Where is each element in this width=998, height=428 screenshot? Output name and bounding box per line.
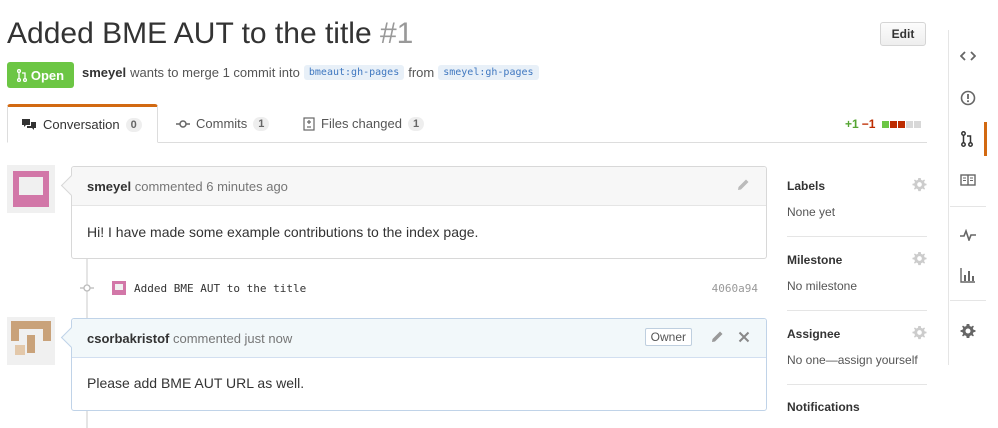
base-owner: bmeaut	[308, 67, 346, 78]
graph-icon[interactable]	[949, 258, 987, 292]
book-icon[interactable]	[949, 163, 987, 197]
notifications-title: Notifications	[787, 400, 860, 414]
pr-title: Added BME AUT to the title #1	[7, 14, 413, 54]
commit-row: Added BME AUT to the title 4060a94	[80, 278, 766, 298]
git-commit-icon	[80, 283, 94, 293]
edit-button[interactable]: Edit	[880, 22, 926, 46]
gear-icon[interactable]	[949, 314, 987, 348]
state-label: Open	[30, 67, 65, 83]
gear-icon[interactable]	[912, 325, 927, 340]
issue-opened-icon[interactable]	[949, 81, 987, 115]
head-branch: gh-pages	[485, 67, 534, 78]
base-branch: gh-pages	[351, 67, 400, 78]
comment-author[interactable]: smeyel	[87, 179, 131, 194]
tab-conversation-count: 0	[125, 117, 142, 132]
comment-meta: csorbakristof commented just now	[87, 331, 292, 346]
pencil-icon[interactable]	[736, 178, 750, 192]
diff-icon	[303, 116, 315, 131]
assignee-value[interactable]: No one—assign yourself	[787, 353, 918, 367]
diffstat-blocks	[882, 120, 922, 128]
milestone-title[interactable]: Milestone	[787, 253, 842, 267]
diffstat-block	[882, 120, 890, 128]
rail-divider	[950, 300, 986, 301]
comment-header: csorbakristof commented just now Owner	[72, 319, 766, 358]
from-text: from	[408, 65, 435, 80]
diffstat-block	[898, 120, 906, 128]
tab-commits-count: 1	[253, 116, 270, 131]
tab-files-changed-label: Files changed	[321, 116, 402, 131]
tab-commits[interactable]: Commits 1	[163, 104, 282, 143]
sidebar-divider	[787, 310, 927, 311]
tab-commits-label: Commits	[196, 116, 248, 131]
avatar[interactable]	[7, 317, 55, 365]
comment-time[interactable]: commented 6 minutes ago	[135, 179, 288, 194]
tab-conversation[interactable]: Conversation 0	[7, 104, 158, 143]
code-icon[interactable]	[949, 39, 987, 73]
commit-sha[interactable]: 4060a94	[712, 282, 758, 295]
comment-meta: smeyel commented 6 minutes ago	[87, 179, 288, 194]
comment-author[interactable]: csorbakristof	[87, 331, 169, 346]
close-icon[interactable]	[738, 331, 750, 343]
pr-meta: smeyel wants to merge 1 commit into bmea…	[82, 65, 543, 80]
comment-time[interactable]: commented just now	[173, 331, 292, 346]
pencil-icon[interactable]	[710, 330, 724, 344]
owner-badge: Owner	[644, 328, 692, 346]
avatar[interactable]	[112, 281, 126, 295]
state-badge: Open	[7, 62, 74, 88]
head-branch-ref[interactable]: smeyel:gh-pages	[438, 65, 539, 80]
pulse-icon[interactable]	[949, 218, 987, 252]
labels-title[interactable]: Labels	[787, 179, 825, 193]
pr-title-text: Added BME AUT to the title	[7, 17, 372, 50]
author-link[interactable]: smeyel	[82, 65, 126, 80]
rail-divider	[950, 206, 986, 207]
gear-icon[interactable]	[912, 177, 927, 192]
git-commit-icon	[176, 119, 190, 129]
head-owner: smeyel	[443, 67, 480, 78]
comment-discussion-icon	[21, 118, 37, 132]
assignee-title[interactable]: Assignee	[787, 327, 840, 341]
commit-message[interactable]: Added BME AUT to the title	[134, 282, 306, 295]
comment-header: smeyel commented 6 minutes ago	[72, 167, 766, 206]
git-pull-request-icon[interactable]	[949, 122, 987, 156]
merge-text: wants to merge 1 commit into	[130, 65, 300, 80]
diffstat-block	[890, 120, 898, 128]
comment-body: Please add BME AUT URL as well.	[87, 375, 305, 391]
diffstat-block	[906, 120, 914, 128]
diffstat-additions: +1	[845, 117, 859, 131]
tab-files-changed-count: 1	[407, 116, 425, 131]
tab-conversation-label: Conversation	[43, 117, 120, 132]
diffstat: +1 −1	[845, 117, 922, 131]
comment: smeyel commented 6 minutes ago Hi! I hav…	[60, 166, 767, 259]
comment-body: Hi! I have made some example contributio…	[87, 224, 479, 240]
labels-value: None yet	[787, 205, 836, 219]
avatar[interactable]	[7, 165, 55, 213]
diffstat-block	[914, 120, 922, 128]
comment: csorbakristof commented just now Owner P…	[60, 318, 767, 411]
sidebar-divider	[787, 384, 927, 385]
milestone-value: No milestone	[787, 279, 858, 293]
sidebar-divider	[787, 236, 927, 237]
gear-icon[interactable]	[912, 251, 927, 266]
diffstat-deletions: −1	[861, 117, 876, 131]
tab-files-changed[interactable]: Files changed 1	[290, 104, 437, 143]
git-pull-request-icon	[16, 68, 27, 82]
pr-number: #1	[380, 17, 414, 50]
base-branch-ref[interactable]: bmeaut:gh-pages	[303, 65, 405, 80]
